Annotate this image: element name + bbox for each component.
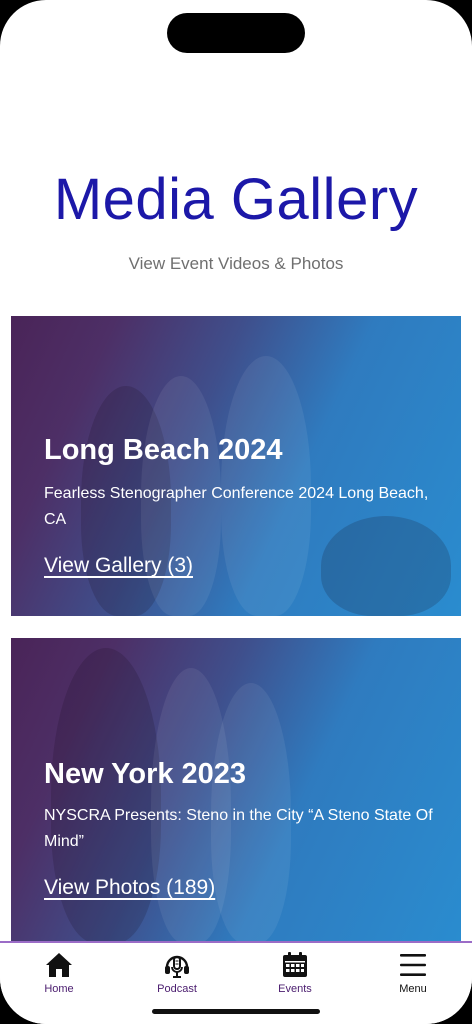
tab-label-events: Events xyxy=(278,983,312,995)
gallery-card-new-york[interactable]: New York 2023 NYSCRA Presents: Steno in … xyxy=(11,638,461,943)
tab-podcast[interactable]: Podcast xyxy=(127,951,227,1001)
tab-home[interactable]: Home xyxy=(9,951,109,1001)
tab-menu[interactable]: Menu xyxy=(363,951,463,1001)
tab-label-menu: Menu xyxy=(399,983,427,995)
podcast-icon xyxy=(165,955,189,978)
home-icon xyxy=(46,953,72,977)
menu-icon xyxy=(400,954,426,976)
tab-label-home: Home xyxy=(44,983,74,995)
page-title: Media Gallery xyxy=(53,167,419,232)
gallery-card-long-beach[interactable]: Long Beach 2024 Fearless Stenographer Co… xyxy=(11,316,461,616)
card-title: Long Beach 2024 xyxy=(44,434,283,466)
page-subtitle: View Event Videos & Photos xyxy=(128,254,344,273)
calendar-icon xyxy=(283,952,307,977)
card-description: NYSCRA Presents: Steno in the City “A St… xyxy=(44,807,433,850)
card-title: New York 2023 xyxy=(44,758,247,790)
tab-events[interactable]: Events xyxy=(245,951,345,1001)
tab-label-podcast: Podcast xyxy=(157,983,197,995)
card-description: Fearless Stenographer Conference 2024 Lo… xyxy=(44,485,429,528)
app-screen: Media Gallery View Event Videos & Photos… xyxy=(0,0,472,1024)
view-gallery-link[interactable]: View Gallery (3) xyxy=(44,554,193,578)
home-indicator[interactable] xyxy=(152,1009,320,1014)
view-photos-link[interactable]: View Photos (189) xyxy=(44,876,215,900)
dynamic-island xyxy=(167,13,305,53)
